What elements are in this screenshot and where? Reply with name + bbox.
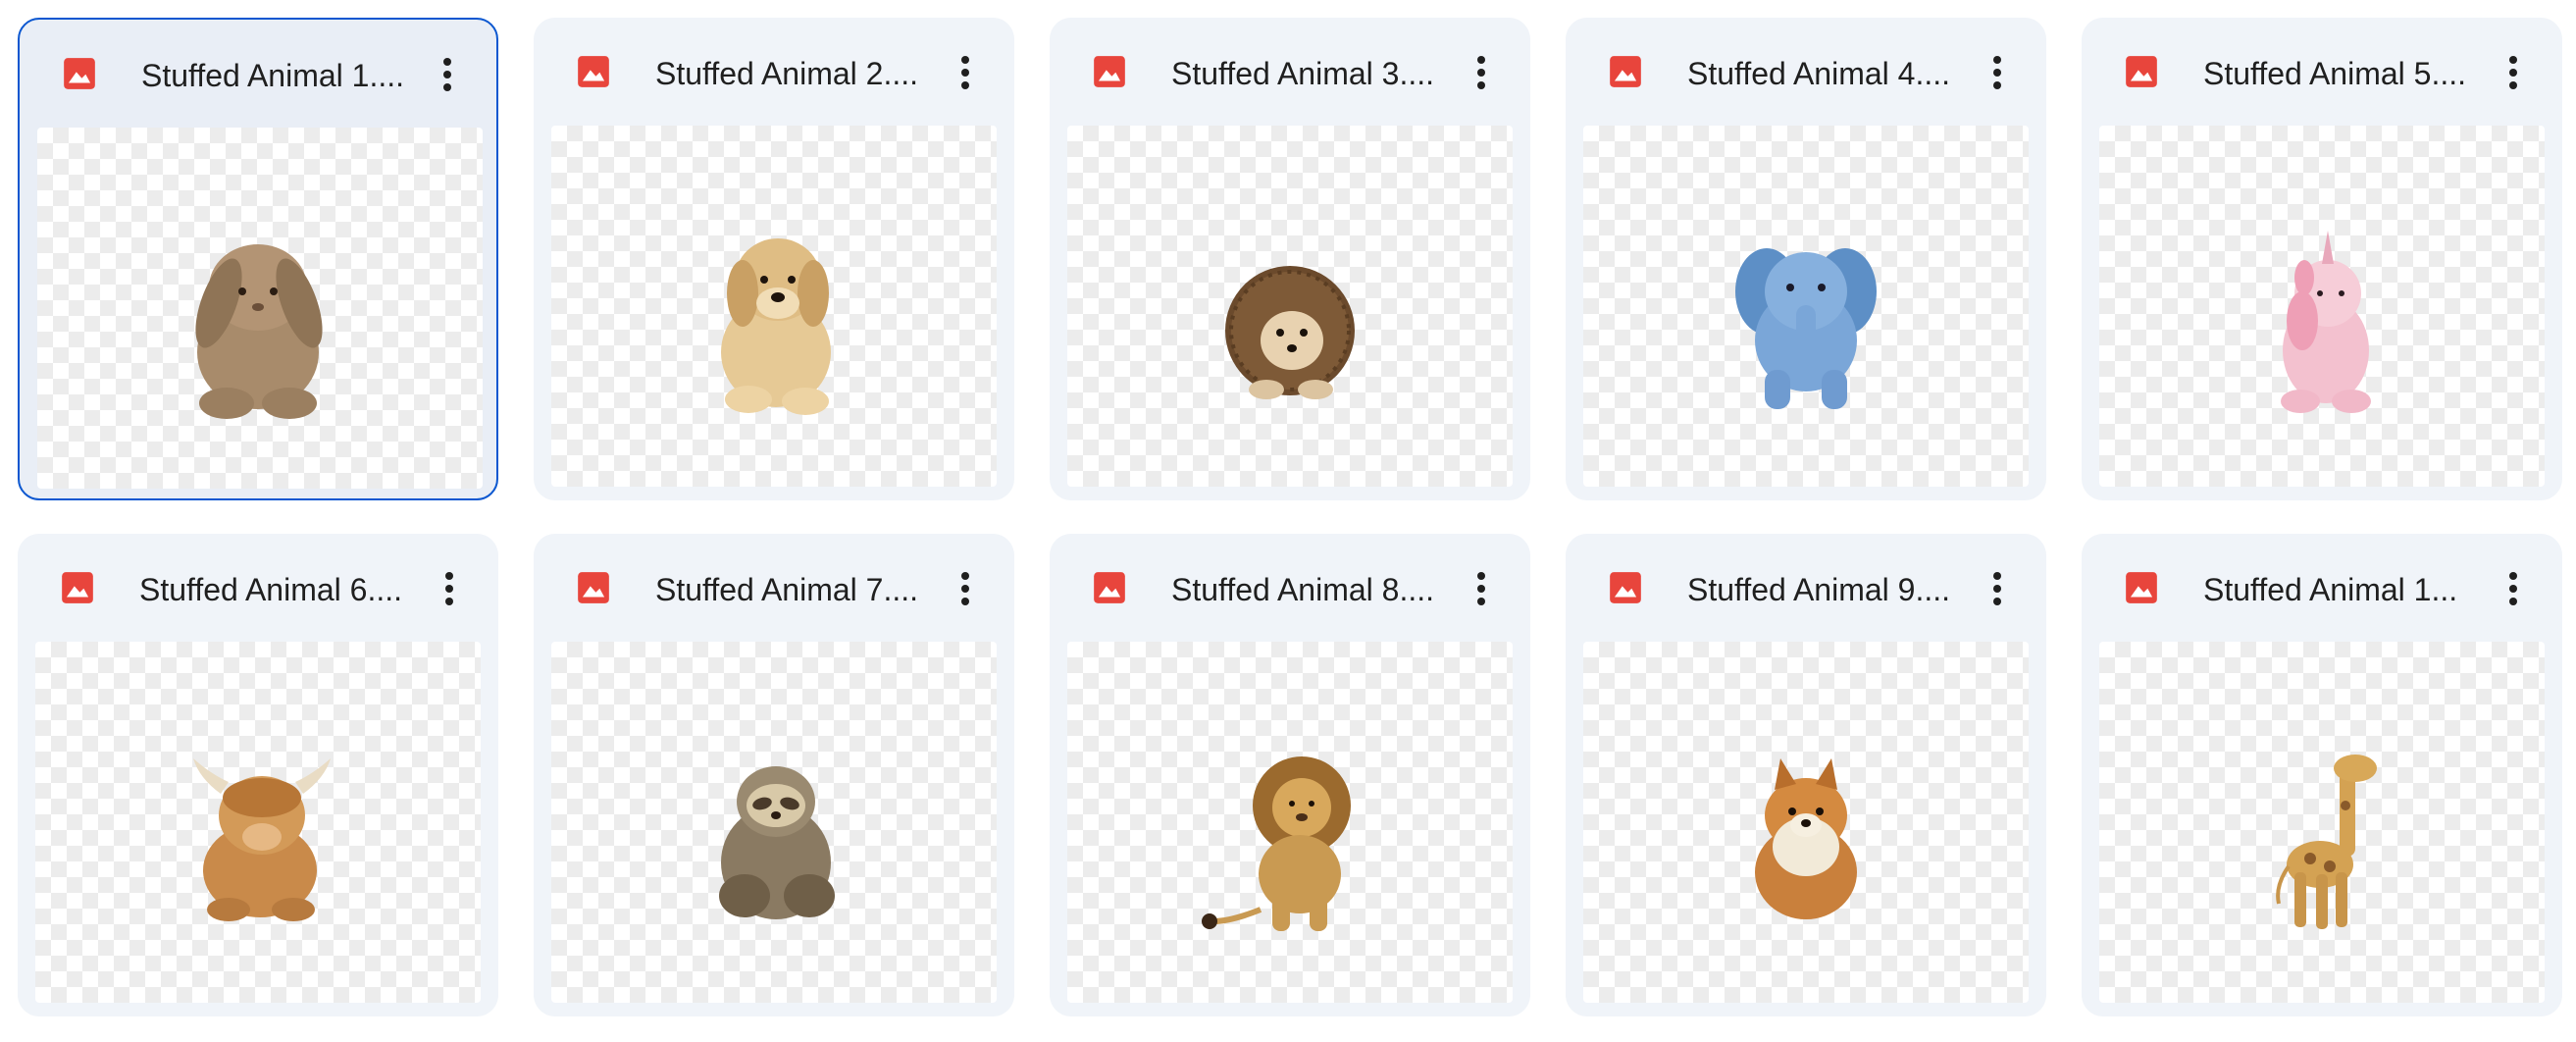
file-thumbnail[interactable] bbox=[1583, 126, 2029, 487]
file-name: Stuffed Animal 4.... bbox=[1687, 56, 1951, 91]
file-card[interactable]: Stuffed Animal 3.... bbox=[1050, 18, 1530, 500]
file-card-header: Stuffed Animal 8.... bbox=[1050, 534, 1530, 640]
highland-cow-plush-image bbox=[193, 758, 331, 921]
file-name: Stuffed Animal 3.... bbox=[1171, 56, 1435, 91]
file-thumbnail[interactable] bbox=[1067, 642, 1513, 1003]
file-name: Stuffed Animal 1.... bbox=[141, 58, 405, 93]
image-file-icon bbox=[59, 569, 96, 606]
file-grid: Stuffed Animal 1.... Stuffed Animal 2...… bbox=[0, 0, 2576, 1042]
more-vert-icon bbox=[443, 58, 451, 91]
image-file-icon bbox=[1091, 569, 1128, 606]
unicorn-plush-image bbox=[2281, 231, 2371, 413]
file-thumbnail[interactable] bbox=[35, 642, 481, 1003]
more-options-button[interactable] bbox=[2488, 561, 2539, 616]
file-card-header: Stuffed Animal 1.... bbox=[20, 20, 496, 126]
file-card[interactable]: Stuffed Animal 8.... bbox=[1050, 534, 1530, 1016]
file-card-header: Stuffed Animal 7.... bbox=[534, 534, 1014, 640]
file-card[interactable]: Stuffed Animal 2.... bbox=[534, 18, 1014, 500]
image-file-icon bbox=[1607, 53, 1644, 90]
file-name: Stuffed Animal 2.... bbox=[655, 56, 919, 91]
file-card-header: Stuffed Animal 6.... bbox=[18, 534, 498, 640]
file-card-header: Stuffed Animal 1... bbox=[2082, 534, 2562, 640]
image-file-icon bbox=[1091, 53, 1128, 90]
file-thumbnail[interactable] bbox=[551, 126, 997, 487]
file-name: Stuffed Animal 9.... bbox=[1687, 572, 1951, 607]
puppy-plush-image bbox=[721, 238, 831, 415]
file-card-header: Stuffed Animal 4.... bbox=[1566, 18, 2046, 124]
image-file-icon bbox=[1607, 569, 1644, 606]
sloth-plush-image bbox=[719, 766, 835, 919]
bunny-plush-image bbox=[195, 244, 323, 419]
more-options-button[interactable] bbox=[2488, 45, 2539, 100]
file-card[interactable]: Stuffed Animal 4.... bbox=[1566, 18, 2046, 500]
more-vert-icon bbox=[961, 572, 969, 605]
more-vert-icon bbox=[1993, 572, 2001, 605]
more-vert-icon bbox=[2509, 56, 2517, 89]
hedgehog-plush-image bbox=[1225, 266, 1355, 399]
file-thumbnail[interactable] bbox=[551, 642, 997, 1003]
image-file-icon bbox=[2123, 569, 2160, 606]
image-file-icon bbox=[575, 53, 612, 90]
file-card[interactable]: Stuffed Animal 1.... bbox=[18, 18, 498, 500]
file-card-header: Stuffed Animal 9.... bbox=[1566, 534, 2046, 640]
image-file-icon bbox=[61, 55, 98, 92]
more-options-button[interactable] bbox=[1456, 561, 1507, 616]
more-vert-icon bbox=[1993, 56, 2001, 89]
more-options-button[interactable] bbox=[1972, 561, 2023, 616]
giraffe-plush-image bbox=[2276, 755, 2377, 929]
more-options-button[interactable] bbox=[1972, 45, 2023, 100]
file-card[interactable]: Stuffed Animal 6.... bbox=[18, 534, 498, 1016]
image-file-icon bbox=[575, 569, 612, 606]
more-options-button[interactable] bbox=[940, 561, 991, 616]
file-card[interactable]: Stuffed Animal 9.... bbox=[1566, 534, 2046, 1016]
file-card[interactable]: Stuffed Animal 5.... bbox=[2082, 18, 2562, 500]
more-options-button[interactable] bbox=[424, 561, 475, 616]
file-card-header: Stuffed Animal 3.... bbox=[1050, 18, 1530, 124]
more-vert-icon bbox=[1477, 572, 1485, 605]
more-vert-icon bbox=[445, 572, 453, 605]
more-vert-icon bbox=[1477, 56, 1485, 89]
file-thumbnail[interactable] bbox=[2099, 642, 2545, 1003]
lion-plush-image bbox=[1202, 756, 1351, 931]
more-options-button[interactable] bbox=[1456, 45, 1507, 100]
file-name: Stuffed Animal 8.... bbox=[1171, 572, 1435, 607]
file-thumbnail[interactable] bbox=[1067, 126, 1513, 487]
file-card[interactable]: Stuffed Animal 1... bbox=[2082, 534, 2562, 1016]
file-name: Stuffed Animal 5.... bbox=[2203, 56, 2467, 91]
more-vert-icon bbox=[961, 56, 969, 89]
file-name: Stuffed Animal 1... bbox=[2203, 572, 2458, 607]
more-vert-icon bbox=[2509, 572, 2517, 605]
file-card-header: Stuffed Animal 2.... bbox=[534, 18, 1014, 124]
file-thumbnail[interactable] bbox=[1583, 642, 2029, 1003]
file-thumbnail[interactable] bbox=[2099, 126, 2545, 487]
elephant-plush-image bbox=[1735, 248, 1877, 409]
image-file-icon bbox=[2123, 53, 2160, 90]
file-name: Stuffed Animal 7.... bbox=[655, 572, 919, 607]
more-options-button[interactable] bbox=[940, 45, 991, 100]
file-name: Stuffed Animal 6.... bbox=[139, 572, 403, 607]
file-thumbnail[interactable] bbox=[37, 128, 483, 489]
file-card[interactable]: Stuffed Animal 7.... bbox=[534, 534, 1014, 1016]
pomeranian-plush-image bbox=[1755, 758, 1857, 919]
file-card-header: Stuffed Animal 5.... bbox=[2082, 18, 2562, 124]
more-options-button[interactable] bbox=[422, 47, 473, 102]
